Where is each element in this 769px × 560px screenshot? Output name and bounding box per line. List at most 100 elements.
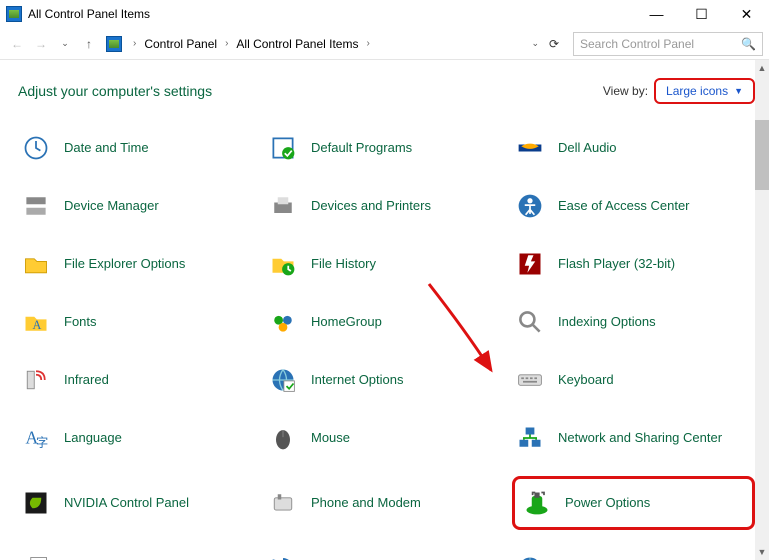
- region-icon: [514, 552, 546, 560]
- control-panel-item-ease[interactable]: Ease of Access Center: [512, 186, 755, 226]
- item-label: Mouse: [311, 430, 350, 446]
- scroll-down-button[interactable]: ▼: [755, 544, 769, 560]
- chevron-right-icon: ›: [225, 38, 228, 49]
- up-button[interactable]: ↑: [78, 33, 100, 55]
- item-label: Date and Time: [64, 140, 149, 156]
- control-panel-item-clock[interactable]: Date and Time: [18, 128, 261, 168]
- address-dropdown[interactable]: ⌄: [531, 38, 539, 49]
- control-panel-item-indexing[interactable]: Indexing Options: [512, 302, 755, 342]
- control-panel-item-file-history[interactable]: File History: [265, 244, 508, 284]
- breadcrumb-root[interactable]: Control Panel: [140, 35, 221, 53]
- control-panel-item-internet[interactable]: Internet Options: [265, 360, 508, 400]
- chevron-down-icon: ▼: [734, 86, 743, 96]
- item-label: Flash Player (32-bit): [558, 256, 675, 272]
- item-label: Ease of Access Center: [558, 198, 690, 214]
- view-by-dropdown[interactable]: Large icons ▼: [654, 78, 755, 104]
- folder-opts-icon: [20, 248, 52, 280]
- dell-audio-icon: [514, 132, 546, 164]
- keyboard-icon: [514, 364, 546, 396]
- item-label: Dell Audio: [558, 140, 617, 156]
- content-area: Adjust your computer's settings View by:…: [0, 60, 769, 560]
- window-title: All Control Panel Items: [28, 7, 634, 21]
- item-label: Keyboard: [558, 372, 614, 388]
- file-history-icon: [267, 248, 299, 280]
- item-label: Internet Options: [311, 372, 404, 388]
- control-panel-grid: Date and Time Default Programs Dell Audio D…: [18, 128, 755, 560]
- phone-icon: [267, 487, 299, 519]
- clock-icon: [20, 132, 52, 164]
- scroll-up-button[interactable]: ▲: [755, 60, 769, 76]
- network-icon: [514, 422, 546, 454]
- item-label: Fonts: [64, 314, 97, 330]
- control-panel-item-recovery[interactable]: Recovery: [265, 548, 508, 560]
- search-icon: 🔍: [741, 37, 756, 51]
- device-mgr-icon: [20, 190, 52, 222]
- power-icon: [521, 487, 553, 519]
- ease-icon: [514, 190, 546, 222]
- view-by-value: Large icons: [666, 84, 728, 98]
- item-label: Devices and Printers: [311, 198, 431, 214]
- item-label: Phone and Modem: [311, 495, 421, 511]
- language-icon: A字: [20, 422, 52, 454]
- control-panel-item-folder-opts[interactable]: File Explorer Options: [18, 244, 261, 284]
- recent-dropdown[interactable]: ⌄: [54, 33, 76, 55]
- item-label: Infrared: [64, 372, 109, 388]
- recovery-icon: [267, 552, 299, 560]
- control-panel-item-nvidia[interactable]: NVIDIA Control Panel: [18, 476, 261, 530]
- control-panel-item-device-mgr[interactable]: Device Manager: [18, 186, 261, 226]
- back-button[interactable]: ←: [6, 33, 28, 55]
- fonts-icon: A: [20, 306, 52, 338]
- app-icon: [6, 6, 22, 22]
- programs-icon: [20, 552, 52, 560]
- control-panel-item-region[interactable]: Region: [512, 548, 755, 560]
- control-panel-item-flash[interactable]: Flash Player (32-bit): [512, 244, 755, 284]
- control-panel-item-infrared[interactable]: Infrared: [18, 360, 261, 400]
- window-titlebar: All Control Panel Items — ☐ ✕: [0, 0, 769, 28]
- scroll-thumb[interactable]: [755, 120, 769, 190]
- refresh-button[interactable]: ⟳: [543, 37, 565, 51]
- infrared-icon: [20, 364, 52, 396]
- control-panel-item-defaults[interactable]: Default Programs: [265, 128, 508, 168]
- search-input[interactable]: Search Control Panel 🔍: [573, 32, 763, 56]
- chevron-right-icon: ›: [366, 38, 369, 49]
- item-label: Device Manager: [64, 198, 159, 214]
- homegroup-icon: [267, 306, 299, 338]
- control-panel-item-programs[interactable]: Programs and Features: [18, 548, 261, 560]
- item-label: HomeGroup: [311, 314, 382, 330]
- control-panel-item-keyboard[interactable]: Keyboard: [512, 360, 755, 400]
- control-panel-item-language[interactable]: A字Language: [18, 418, 261, 458]
- svg-text:A: A: [33, 318, 42, 332]
- vertical-scrollbar[interactable]: ▲ ▼: [755, 60, 769, 560]
- breadcrumb-current[interactable]: All Control Panel Items: [232, 35, 362, 53]
- control-panel-item-power[interactable]: Power Options: [512, 476, 755, 530]
- control-panel-item-network[interactable]: Network and Sharing Center: [512, 418, 755, 458]
- control-panel-item-phone[interactable]: Phone and Modem: [265, 476, 508, 530]
- svg-text:字: 字: [36, 435, 48, 450]
- nvidia-icon: [20, 487, 52, 519]
- minimize-button[interactable]: —: [634, 0, 679, 28]
- navigation-bar: ← → ⌄ ↑ › Control Panel › All Control Pa…: [0, 28, 769, 60]
- printers-icon: [267, 190, 299, 222]
- maximize-button[interactable]: ☐: [679, 0, 724, 28]
- internet-icon: [267, 364, 299, 396]
- item-label: Default Programs: [311, 140, 412, 156]
- item-label: File History: [311, 256, 376, 272]
- control-panel-item-printers[interactable]: Devices and Printers: [265, 186, 508, 226]
- control-panel-item-dell-audio[interactable]: Dell Audio: [512, 128, 755, 168]
- control-panel-item-fonts[interactable]: A Fonts: [18, 302, 261, 342]
- control-panel-item-mouse[interactable]: Mouse: [265, 418, 508, 458]
- forward-button[interactable]: →: [30, 33, 52, 55]
- item-label: Network and Sharing Center: [558, 430, 722, 446]
- view-by-label: View by:: [603, 84, 648, 98]
- page-heading: Adjust your computer's settings: [18, 83, 212, 99]
- breadcrumb[interactable]: › Control Panel › All Control Panel Item…: [126, 32, 531, 56]
- item-label: Power Options: [565, 495, 650, 511]
- control-panel-item-homegroup[interactable]: HomeGroup: [265, 302, 508, 342]
- item-label: NVIDIA Control Panel: [64, 495, 189, 511]
- search-placeholder: Search Control Panel: [580, 37, 694, 51]
- mouse-icon: [267, 422, 299, 454]
- item-label: File Explorer Options: [64, 256, 185, 272]
- indexing-icon: [514, 306, 546, 338]
- close-button[interactable]: ✕: [724, 0, 769, 28]
- item-label: Indexing Options: [558, 314, 656, 330]
